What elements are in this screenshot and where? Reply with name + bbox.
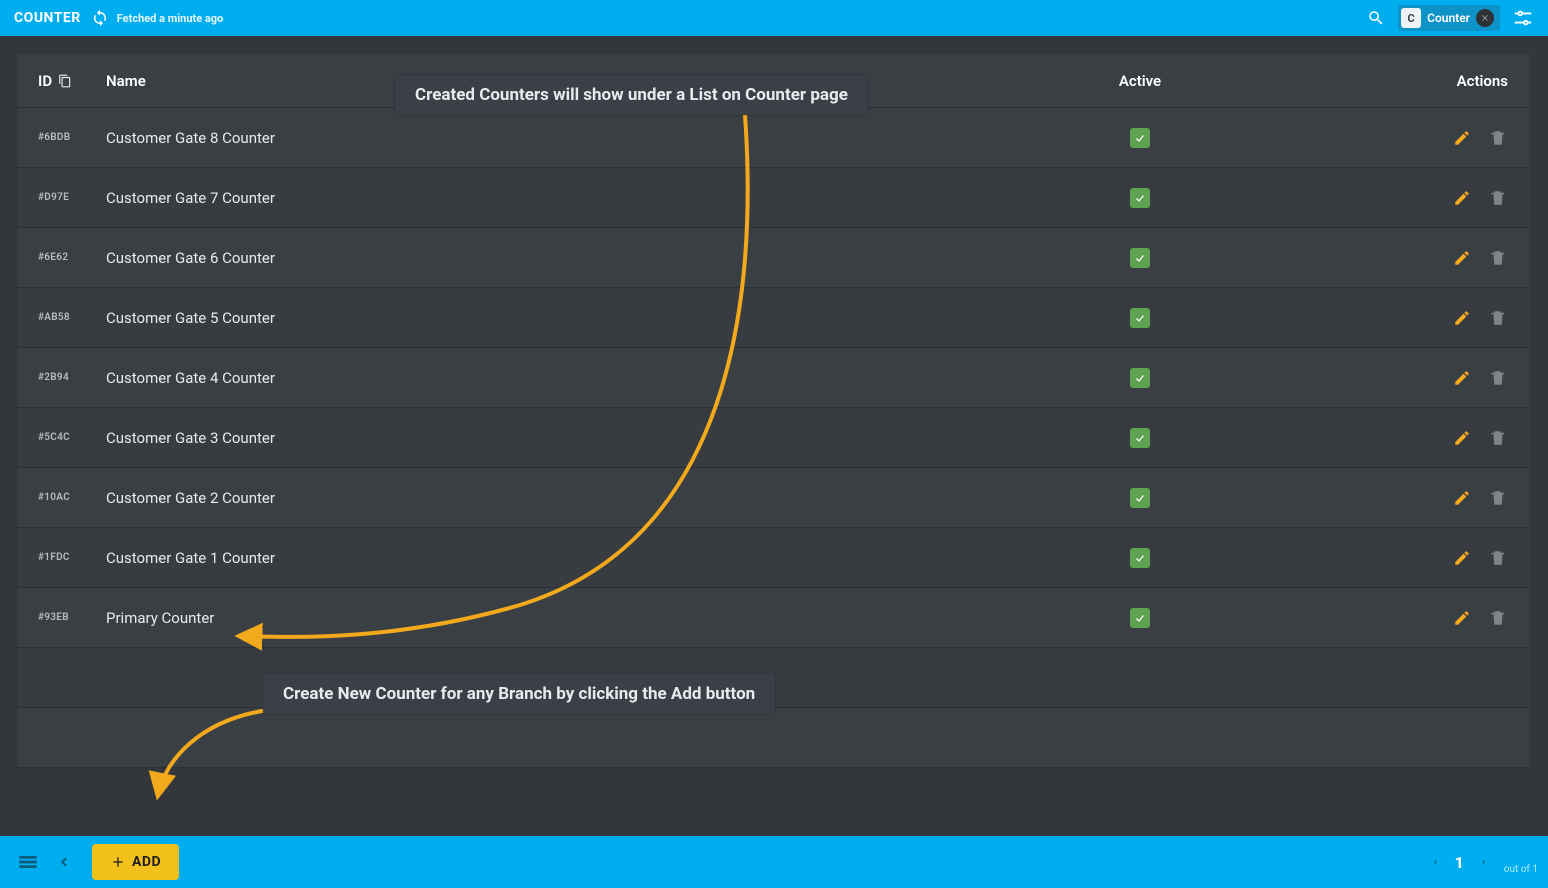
- delete-icon[interactable]: [1486, 546, 1510, 570]
- delete-icon[interactable]: [1486, 306, 1510, 330]
- bottom-bar: ADD 1 out of 1: [0, 836, 1548, 888]
- filter-chip-counter[interactable]: C Counter: [1398, 5, 1500, 31]
- active-checkbox[interactable]: [1130, 128, 1150, 148]
- edit-icon[interactable]: [1450, 126, 1474, 150]
- row-active: [1010, 128, 1270, 148]
- edit-icon[interactable]: [1450, 426, 1474, 450]
- table-row[interactable]: #D97ECustomer Gate 7 Counter: [18, 168, 1530, 228]
- table-row[interactable]: #93EBPrimary Counter: [18, 588, 1530, 648]
- add-button-label: ADD: [132, 854, 161, 870]
- last-fetched-text: Fetched a minute ago: [117, 12, 224, 25]
- back-icon[interactable]: [46, 844, 82, 880]
- pager-current: 1: [1455, 853, 1464, 872]
- row-active: [1010, 248, 1270, 268]
- search-icon[interactable]: [1366, 8, 1386, 28]
- row-id: #6BDB: [38, 132, 106, 143]
- active-checkbox[interactable]: [1130, 428, 1150, 448]
- delete-icon[interactable]: [1486, 486, 1510, 510]
- row-active: [1010, 608, 1270, 628]
- row-id: #2B94: [38, 372, 106, 383]
- edit-icon[interactable]: [1450, 306, 1474, 330]
- pager-outof: out of 1: [1504, 864, 1538, 875]
- row-name: Customer Gate 7 Counter: [106, 189, 1010, 207]
- row-active: [1010, 368, 1270, 388]
- delete-icon[interactable]: [1486, 246, 1510, 270]
- table-row[interactable]: #2B94Customer Gate 4 Counter: [18, 348, 1530, 408]
- edit-icon[interactable]: [1450, 246, 1474, 270]
- edit-icon[interactable]: [1450, 186, 1474, 210]
- active-checkbox[interactable]: [1130, 368, 1150, 388]
- add-button[interactable]: ADD: [92, 844, 179, 880]
- active-checkbox[interactable]: [1130, 248, 1150, 268]
- row-name: Customer Gate 3 Counter: [106, 429, 1010, 447]
- tune-icon[interactable]: [1512, 7, 1534, 29]
- chip-close-icon[interactable]: [1476, 9, 1494, 27]
- delete-icon[interactable]: [1486, 366, 1510, 390]
- chip-avatar: C: [1401, 8, 1421, 28]
- delete-icon[interactable]: [1486, 426, 1510, 450]
- active-checkbox[interactable]: [1130, 188, 1150, 208]
- row-id: #6E62: [38, 252, 106, 263]
- row-active: [1010, 488, 1270, 508]
- edit-icon[interactable]: [1450, 366, 1474, 390]
- row-id: #93EB: [38, 612, 106, 623]
- page-title: COUNTER: [14, 10, 81, 26]
- delete-icon[interactable]: [1486, 126, 1510, 150]
- edit-icon[interactable]: [1450, 606, 1474, 630]
- table-row[interactable]: #6E62Customer Gate 6 Counter: [18, 228, 1530, 288]
- row-active: [1010, 428, 1270, 448]
- row-id: #1FDC: [38, 552, 106, 563]
- delete-icon[interactable]: [1486, 186, 1510, 210]
- top-bar: COUNTER Fetched a minute ago C Counter: [0, 0, 1548, 36]
- row-id: #10AC: [38, 492, 106, 503]
- active-checkbox[interactable]: [1130, 608, 1150, 628]
- row-name: Customer Gate 1 Counter: [106, 549, 1010, 567]
- edit-icon[interactable]: [1450, 486, 1474, 510]
- pager: 1 out of 1: [1427, 850, 1538, 875]
- row-active: [1010, 188, 1270, 208]
- active-checkbox[interactable]: [1130, 308, 1150, 328]
- row-name: Customer Gate 4 Counter: [106, 369, 1010, 387]
- column-header-active[interactable]: Active: [1010, 72, 1270, 90]
- table-row[interactable]: #1FDCCustomer Gate 1 Counter: [18, 528, 1530, 588]
- row-id: #D97E: [38, 192, 106, 203]
- chip-label: Counter: [1427, 11, 1470, 25]
- table-container: ID Name Active Actions #6BDBCustomer Gat…: [0, 36, 1548, 836]
- table-row[interactable]: #5C4CCustomer Gate 3 Counter: [18, 408, 1530, 468]
- row-name: Customer Gate 6 Counter: [106, 249, 1010, 267]
- refresh-icon[interactable]: [91, 9, 109, 27]
- row-name: Customer Gate 5 Counter: [106, 309, 1010, 327]
- pager-prev[interactable]: [1427, 854, 1443, 870]
- active-checkbox[interactable]: [1130, 548, 1150, 568]
- menu-icon[interactable]: [10, 844, 46, 880]
- edit-icon[interactable]: [1450, 546, 1474, 570]
- table-row-empty: [18, 708, 1530, 768]
- row-name: Customer Gate 8 Counter: [106, 129, 1010, 147]
- delete-icon[interactable]: [1486, 606, 1510, 630]
- table-row[interactable]: #6BDBCustomer Gate 8 Counter: [18, 108, 1530, 168]
- row-id: #5C4C: [38, 432, 106, 443]
- row-id: #AB58: [38, 312, 106, 323]
- row-active: [1010, 548, 1270, 568]
- row-name: Customer Gate 2 Counter: [106, 489, 1010, 507]
- column-header-id-label: ID: [38, 72, 52, 90]
- column-header-id[interactable]: ID: [38, 72, 106, 90]
- active-checkbox[interactable]: [1130, 488, 1150, 508]
- table-row[interactable]: #10ACCustomer Gate 2 Counter: [18, 468, 1530, 528]
- column-header-actions: Actions: [1270, 72, 1510, 90]
- annotation-top: Created Counters will show under a List …: [395, 75, 868, 115]
- copy-icon: [58, 74, 72, 88]
- row-name: Primary Counter: [106, 609, 1010, 627]
- row-active: [1010, 308, 1270, 328]
- pager-next[interactable]: [1476, 854, 1492, 870]
- annotation-bottom: Create New Counter for any Branch by cli…: [263, 674, 775, 714]
- table-row[interactable]: #AB58Customer Gate 5 Counter: [18, 288, 1530, 348]
